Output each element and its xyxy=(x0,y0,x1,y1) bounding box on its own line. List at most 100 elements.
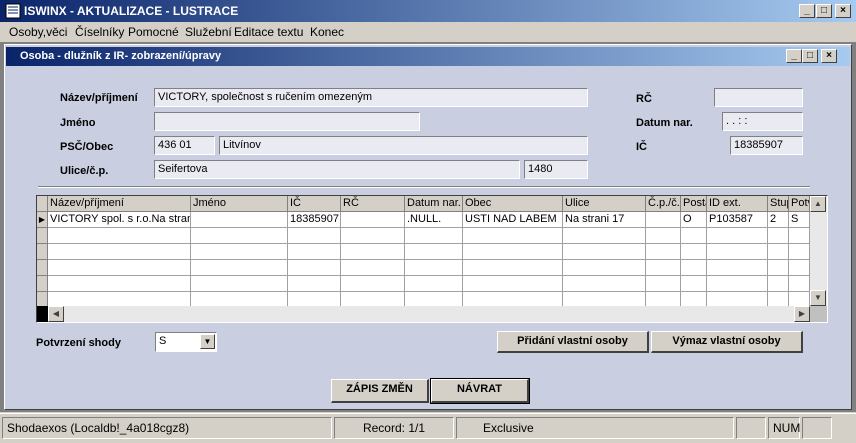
empty-cell[interactable] xyxy=(707,276,768,292)
col-header-obec[interactable]: Obec xyxy=(463,196,563,212)
ic-field[interactable]: 18385907 xyxy=(730,136,803,155)
cell-rc[interactable] xyxy=(341,212,405,228)
scroll-right-icon[interactable]: ▶ xyxy=(794,306,810,322)
menu-pomocne[interactable]: Pomocné xyxy=(128,25,179,39)
empty-cell[interactable] xyxy=(707,244,768,260)
cell-obec[interactable]: USTI NAD LABEM xyxy=(463,212,563,228)
col-header-nazev[interactable]: Název/příjmení xyxy=(48,196,191,212)
col-header-potv[interactable]: Potv xyxy=(789,196,810,212)
scroll-down-icon[interactable]: ▼ xyxy=(810,290,826,306)
empty-cell[interactable] xyxy=(681,276,707,292)
scroll-left-icon[interactable]: ◀ xyxy=(48,306,64,322)
child-minimize-button[interactable]: _ xyxy=(786,49,802,63)
empty-cell[interactable] xyxy=(707,260,768,276)
chevron-down-icon[interactable]: ▼ xyxy=(200,334,215,349)
cell-id-ext[interactable]: P103587 xyxy=(707,212,768,228)
empty-cell[interactable] xyxy=(681,244,707,260)
cell-stup[interactable]: 2 xyxy=(768,212,789,228)
empty-cell[interactable] xyxy=(681,228,707,244)
empty-cell[interactable] xyxy=(681,260,707,276)
empty-cell[interactable] xyxy=(191,228,288,244)
empty-cell[interactable] xyxy=(563,228,646,244)
col-header-ic[interactable]: IČ xyxy=(288,196,341,212)
empty-cell[interactable] xyxy=(341,276,405,292)
empty-cell[interactable] xyxy=(563,244,646,260)
empty-cell[interactable] xyxy=(789,276,810,292)
empty-cell[interactable] xyxy=(768,244,789,260)
empty-cell[interactable] xyxy=(341,260,405,276)
empty-cell[interactable] xyxy=(789,244,810,260)
row-indicator-empty[interactable] xyxy=(37,260,48,276)
datum-field[interactable]: . . : : xyxy=(722,112,803,131)
child-maximize-button[interactable]: □ xyxy=(802,49,818,63)
empty-cell[interactable] xyxy=(768,276,789,292)
empty-cell[interactable] xyxy=(463,276,563,292)
menu-editace-textu[interactable]: Editace textu xyxy=(234,25,303,39)
cell-ulice[interactable]: Na strani 17 xyxy=(563,212,646,228)
empty-cell[interactable] xyxy=(563,276,646,292)
cell-datum[interactable]: .NULL. xyxy=(405,212,463,228)
empty-cell[interactable] xyxy=(288,276,341,292)
col-header-rc[interactable]: RČ xyxy=(341,196,405,212)
empty-cell[interactable] xyxy=(768,260,789,276)
empty-cell[interactable] xyxy=(646,228,681,244)
jmeno-field[interactable] xyxy=(154,112,420,131)
empty-cell[interactable] xyxy=(768,228,789,244)
row-indicator-empty[interactable] xyxy=(37,276,48,292)
empty-cell[interactable] xyxy=(707,228,768,244)
nazev-field[interactable]: VICTORY, společnost s ručením omezeným xyxy=(154,88,588,107)
cell-nazev[interactable]: VICTORY spol. s r.o.Na strani xyxy=(48,212,191,228)
empty-cell[interactable] xyxy=(288,228,341,244)
return-button[interactable]: NÁVRAT xyxy=(430,378,530,404)
cell-ic[interactable]: 18385907 xyxy=(288,212,341,228)
col-header-posta[interactable]: Posta xyxy=(681,196,707,212)
cell-jmeno[interactable] xyxy=(191,212,288,228)
maximize-button[interactable]: □ xyxy=(816,4,832,18)
obec-field[interactable]: Litvínov xyxy=(219,136,588,155)
row-indicator-empty[interactable] xyxy=(37,244,48,260)
empty-cell[interactable] xyxy=(789,228,810,244)
empty-cell[interactable] xyxy=(405,260,463,276)
menu-konec[interactable]: Konec xyxy=(310,25,344,39)
grid-horizontal-scrollbar[interactable]: ◀ ▶ xyxy=(48,306,810,322)
row-indicator[interactable]: ▶ xyxy=(37,212,48,228)
cell-posta[interactable]: O xyxy=(681,212,707,228)
add-own-person-button[interactable]: Přidání vlastní osoby xyxy=(497,331,649,353)
rc-field[interactable] xyxy=(714,88,803,107)
col-header-cp[interactable]: Č.p./č.o. xyxy=(646,196,681,212)
results-grid[interactable]: Název/příjmení Jméno IČ RČ Datum nar. Ob… xyxy=(36,195,828,323)
empty-cell[interactable] xyxy=(463,244,563,260)
col-header-datum[interactable]: Datum nar. xyxy=(405,196,463,212)
row-indicator-empty[interactable] xyxy=(37,228,48,244)
psc-field[interactable]: 436 01 xyxy=(154,136,215,155)
grid-vertical-scrollbar[interactable]: ▲ ▼ xyxy=(810,196,827,306)
cp-field[interactable]: 1480 xyxy=(524,160,588,179)
empty-cell[interactable] xyxy=(341,244,405,260)
empty-cell[interactable] xyxy=(48,260,191,276)
empty-cell[interactable] xyxy=(191,244,288,260)
col-header-stup[interactable]: Stup xyxy=(768,196,789,212)
empty-cell[interactable] xyxy=(48,276,191,292)
menu-osoby[interactable]: Osoby,věci xyxy=(9,25,67,39)
empty-cell[interactable] xyxy=(405,276,463,292)
empty-cell[interactable] xyxy=(48,244,191,260)
empty-cell[interactable] xyxy=(405,244,463,260)
child-close-button[interactable]: × xyxy=(821,49,837,63)
empty-cell[interactable] xyxy=(646,244,681,260)
close-button[interactable]: × xyxy=(835,4,851,18)
empty-cell[interactable] xyxy=(48,228,191,244)
shoda-select[interactable]: S ▼ xyxy=(155,332,217,352)
empty-cell[interactable] xyxy=(288,260,341,276)
empty-cell[interactable] xyxy=(191,260,288,276)
cell-potv[interactable]: S xyxy=(789,212,810,228)
empty-cell[interactable] xyxy=(789,260,810,276)
col-header-jmeno[interactable]: Jméno xyxy=(191,196,288,212)
menu-ciselniky[interactable]: Číselníky xyxy=(75,25,124,39)
scroll-up-icon[interactable]: ▲ xyxy=(810,196,826,212)
empty-cell[interactable] xyxy=(341,228,405,244)
minimize-button[interactable]: _ xyxy=(799,4,815,18)
empty-cell[interactable] xyxy=(463,260,563,276)
menu-sluzebni[interactable]: Služební xyxy=(185,25,232,39)
delete-own-person-button[interactable]: Výmaz vlastní osoby xyxy=(651,331,803,353)
empty-cell[interactable] xyxy=(563,260,646,276)
